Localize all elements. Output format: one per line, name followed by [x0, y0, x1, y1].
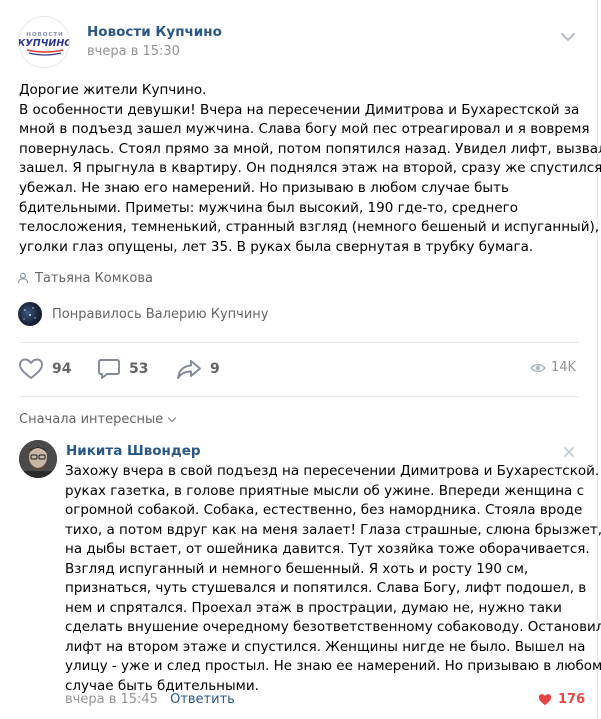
- comment-like-button[interactable]: 176: [538, 692, 585, 707]
- user-icon: [17, 272, 29, 284]
- share-button[interactable]: 9: [176, 356, 220, 382]
- share-count: 9: [210, 361, 220, 377]
- share-icon: [177, 360, 201, 379]
- like-button[interactable]: 94: [18, 356, 71, 382]
- post-text-line: уголки глаз опущены, лет 35. В руках был…: [19, 238, 534, 255]
- comment-author-avatar[interactable]: [19, 440, 57, 478]
- post-text-line: бдительными. Приметы: мужчина был высоки…: [19, 199, 519, 216]
- comment-text-line: Взгляд испуганный и немного бешенный. Я …: [65, 560, 529, 577]
- comment-text-line: огромной собакой. Собака, естественно, б…: [65, 502, 583, 518]
- comment-text-line: нем и спрятался. Проехал этаж в прострац…: [65, 599, 562, 616]
- post-text-line: мной в подъезд зашел мужчина. Слава богу…: [19, 121, 590, 138]
- eye-icon: [530, 363, 546, 372]
- close-icon[interactable]: [563, 443, 575, 457]
- post-text-line: убежал. Не знаю его намерений. Но призыв…: [19, 179, 509, 196]
- comments-sort-label[interactable]: Сначала интересные: [19, 412, 163, 427]
- comment-text-line: на дыбы встает, от ошейника давится. Тут…: [65, 541, 590, 557]
- liked-by-avatar[interactable]: [18, 302, 42, 326]
- views-count: 14K: [551, 360, 577, 375]
- post-text: Дорогие жители Купчино. В особенности де…: [19, 81, 601, 257]
- chevron-down-icon[interactable]: [560, 28, 576, 41]
- comment-meta: вчера в 15:45 Ответить: [65, 692, 235, 707]
- liked-by-text[interactable]: Понравилось Валерию Купчину: [52, 307, 268, 322]
- post-text-line: телосложения, темненький, странный взгля…: [19, 219, 600, 236]
- post-author-signature[interactable]: Татьяна Комкова: [17, 269, 153, 287]
- comment-text-line: улицу - уже и след простыл. Не знаю ее н…: [65, 658, 601, 674]
- comment-count: 53: [129, 361, 149, 377]
- comment-text-line: Захожу вчера в свой подъезд на пересечен…: [65, 463, 601, 479]
- post-text-line: зашел. Я прыгнула в квартиру. Он поднялс…: [19, 160, 601, 177]
- comment-text-line: руках газетка, в голове приятные мысли о…: [65, 482, 585, 499]
- post-time[interactable]: вчера в 15:30: [87, 44, 180, 59]
- group-name[interactable]: Новости Купчино: [87, 24, 222, 40]
- logo-text-main: КУПЧИНО: [19, 38, 70, 49]
- comment-like-count: 176: [558, 692, 586, 707]
- comment-text-line: тихо, а потом вдруг как на меня залает! …: [65, 521, 601, 538]
- liked-by-row[interactable]: Понравилось Валерию Купчину: [18, 302, 268, 326]
- post-text-line: В особенности девушки! Вчера на пересече…: [19, 101, 580, 118]
- comment-time[interactable]: вчера в 15:45: [65, 692, 158, 707]
- group-avatar[interactable]: НОВОСТИ КУПЧИНО: [18, 16, 70, 68]
- divider: [19, 396, 579, 397]
- group-logo-icon: НОВОСТИ КУПЧИНО: [19, 32, 70, 56]
- comment-author-name[interactable]: Никита Швондер: [66, 443, 201, 459]
- post-author-name[interactable]: Татьяна Комкова: [35, 271, 153, 286]
- views-counter: 14K: [530, 360, 576, 375]
- post-text-line: повернулась. Стоял прямо за мной, потом …: [19, 140, 601, 157]
- comment-text-line: признаться, чуть стушевался и попятился.…: [65, 580, 587, 596]
- comment-button[interactable]: 53: [97, 356, 148, 382]
- comment-text-line: лифт на втором этаже и спустился. Женщин…: [65, 638, 586, 655]
- comment-text-line: сделать внушение очередному безответстве…: [65, 619, 601, 635]
- heart-filled-icon: [538, 694, 552, 706]
- divider: [19, 342, 579, 343]
- reply-button[interactable]: Ответить: [170, 692, 235, 707]
- post-text-line: Дорогие жители Купчино.: [19, 82, 207, 98]
- comment-text: Захожу вчера в свой подъезд на пересечен…: [65, 462, 601, 696]
- comment-icon: [98, 359, 120, 379]
- like-count: 94: [52, 361, 72, 377]
- comments-sort-dropdown[interactable]: Сначала интересные: [19, 412, 177, 427]
- chevron-down-icon: [168, 416, 177, 422]
- heart-icon: [19, 358, 43, 379]
